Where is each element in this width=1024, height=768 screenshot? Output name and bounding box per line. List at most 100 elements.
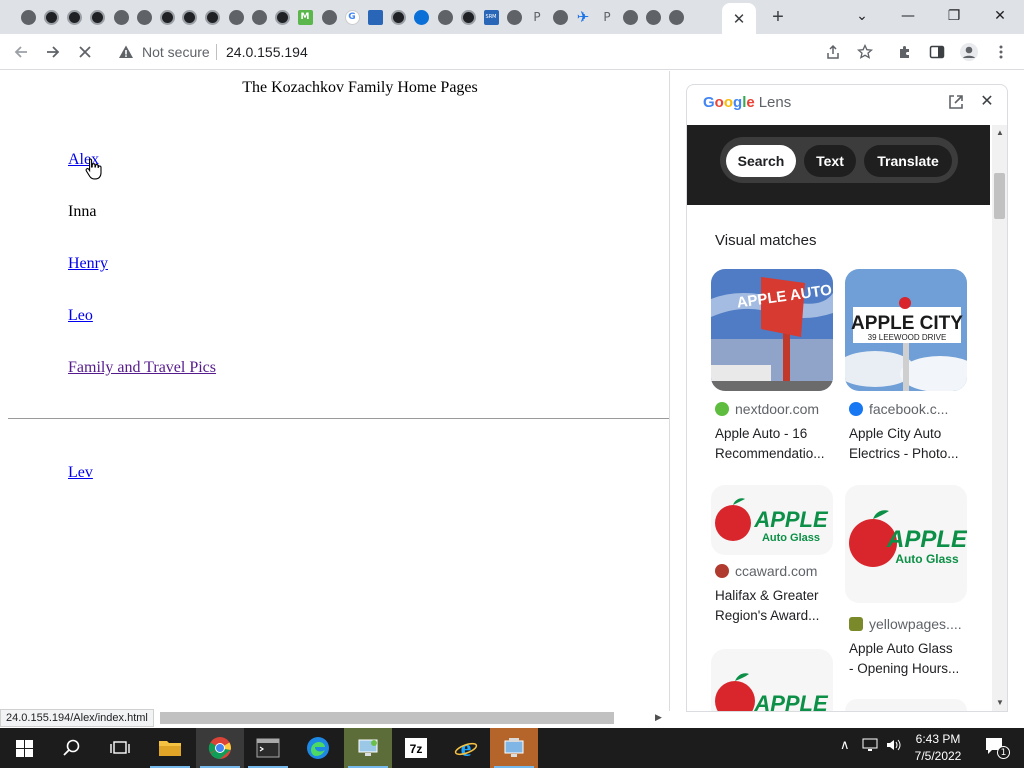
open-in-new-tab-icon[interactable]	[947, 93, 965, 111]
tab-search-dropdown-icon[interactable]: ⌄	[842, 4, 882, 28]
browser-tab[interactable]: P	[526, 5, 548, 29]
stop-loading-button[interactable]	[72, 39, 98, 65]
browser-tab[interactable]	[434, 5, 456, 29]
browser-tab[interactable]	[201, 5, 223, 29]
result-title-2[interactable]: Apple City Auto Electrics - Photo...	[849, 424, 971, 464]
notification-center-button[interactable]: 1	[984, 736, 1010, 760]
show-hidden-icons-chevron-icon[interactable]: ∧	[840, 738, 850, 753]
back-button[interactable]	[8, 39, 34, 65]
link-lev[interactable]: Lev	[68, 464, 93, 482]
google-lens-panel: Google Lens ✕ Search Text Translate ▲ ▼ V…	[686, 84, 1008, 712]
browser-tab[interactable]	[387, 5, 409, 29]
result-source-1[interactable]: nextdoor.com	[715, 401, 819, 417]
scroll-up-arrow-icon[interactable]: ▲	[996, 128, 1004, 137]
browser-tab[interactable]	[225, 5, 247, 29]
edge-button[interactable]	[294, 728, 342, 768]
forward-button[interactable]	[40, 39, 66, 65]
browser-tab[interactable]: P	[596, 5, 618, 29]
browser-tab[interactable]: G	[341, 5, 363, 29]
globe-favicon-icon	[321, 9, 337, 25]
tab-search[interactable]: Search	[726, 145, 796, 177]
bookmark-button[interactable]	[852, 39, 878, 65]
system-clock[interactable]: 6:43 PM 7/5/2022	[908, 731, 968, 765]
browser-tab[interactable]	[318, 5, 340, 29]
srm-favicon-icon: SRM	[483, 9, 499, 25]
restore-button[interactable]: ❐	[934, 4, 974, 28]
link-leo[interactable]: Leo	[68, 307, 93, 325]
logo-text: APPLE	[753, 691, 829, 711]
result-source-3[interactable]: ccaward.com	[715, 563, 817, 579]
link-family-travel-pics[interactable]: Family and Travel Pics	[68, 359, 216, 377]
browser-tab[interactable]	[457, 5, 479, 29]
browser-tab[interactable]	[364, 5, 386, 29]
chrome-button[interactable]	[196, 728, 244, 768]
result-image-apple-auto[interactable]: APPLE AUTO	[711, 269, 833, 391]
browser-tab[interactable]	[156, 5, 178, 29]
result-source-2[interactable]: facebook.c...	[849, 401, 948, 417]
file-explorer-button[interactable]	[146, 728, 194, 768]
browser-tab[interactable]	[271, 5, 293, 29]
url-text[interactable]: 24.0.155.194	[226, 44, 308, 60]
task-view-button[interactable]	[96, 728, 144, 768]
browser-tab[interactable]	[63, 5, 85, 29]
internet-explorer-button[interactable]: e	[442, 728, 490, 768]
tab-translate[interactable]: Translate	[864, 145, 952, 177]
close-window-button[interactable]: ✕	[980, 4, 1020, 28]
scroll-right-arrow-icon[interactable]: ▶	[655, 712, 662, 723]
browser-tab[interactable]	[86, 5, 108, 29]
result-image-partial[interactable]	[845, 699, 967, 711]
result-image-apple-auto-glass-2[interactable]: APPLE Auto Glass	[845, 485, 967, 603]
browser-tab[interactable]	[110, 5, 132, 29]
result-source-4[interactable]: yellowpages....	[849, 616, 962, 632]
result-image-apple-partial[interactable]: APPLE	[711, 649, 833, 711]
result-image-apple-city[interactable]: APPLE CITY 39 LEEWOOD DRIVE	[845, 269, 967, 391]
new-tab-button[interactable]: +	[766, 5, 790, 29]
menu-button[interactable]	[988, 39, 1014, 65]
browser-tab[interactable]	[40, 5, 62, 29]
result-title-3[interactable]: Halifax & Greater Region's Award...	[715, 586, 837, 626]
browser-tab[interactable]: SRM	[480, 5, 502, 29]
browser-tab[interactable]	[503, 5, 525, 29]
browser-tab[interactable]	[248, 5, 270, 29]
avatar-icon	[960, 43, 978, 61]
browser-tab[interactable]	[642, 5, 664, 29]
address-bar[interactable]: Not secure 24.0.155.194	[108, 38, 888, 66]
result-title-1[interactable]: Apple Auto - 16 Recommendatio...	[715, 424, 837, 464]
volume-tray-icon[interactable]	[886, 738, 902, 756]
share-button[interactable]	[820, 39, 846, 65]
minimize-button[interactable]: —	[888, 4, 928, 28]
browser-tab[interactable]	[410, 5, 432, 29]
side-panel-divider[interactable]	[669, 71, 670, 711]
network-tray-icon[interactable]	[862, 738, 878, 756]
extensions-button[interactable]	[892, 39, 918, 65]
link-henry[interactable]: Henry	[68, 255, 108, 273]
7zip-button[interactable]: 7z	[392, 728, 440, 768]
browser-tab[interactable]: ✈	[572, 5, 594, 29]
browser-tab[interactable]	[549, 5, 571, 29]
search-button[interactable]	[48, 728, 96, 768]
horizontal-scrollbar-thumb[interactable]	[160, 712, 614, 724]
windows-logo-icon	[15, 739, 33, 757]
result-title-4[interactable]: Apple Auto Glass - Opening Hours...	[849, 639, 971, 679]
active-tab[interactable]: ✕	[722, 3, 756, 34]
vertical-scrollbar-thumb[interactable]	[994, 173, 1005, 219]
close-panel-icon[interactable]: ✕	[977, 91, 997, 111]
profile-button[interactable]	[956, 39, 982, 65]
network-app-button[interactable]	[344, 728, 392, 768]
browser-tab[interactable]	[178, 5, 200, 29]
browser-tab[interactable]: M	[294, 5, 316, 29]
browser-tab[interactable]	[665, 5, 687, 29]
terminal-button[interactable]	[244, 728, 292, 768]
remote-app-button[interactable]	[490, 728, 538, 768]
security-status-label[interactable]: Not secure	[142, 44, 210, 60]
tab-text[interactable]: Text	[804, 145, 856, 177]
scroll-down-arrow-icon[interactable]: ▼	[996, 698, 1004, 707]
result-image-apple-auto-glass-1[interactable]: APPLE Auto Glass	[711, 485, 833, 555]
browser-tab[interactable]	[619, 5, 641, 29]
browser-tab[interactable]	[17, 5, 39, 29]
browser-tab[interactable]	[133, 5, 155, 29]
tab-close-icon[interactable]: ✕	[733, 10, 746, 28]
side-panel-button[interactable]	[924, 39, 950, 65]
dark-circle-favicon-icon	[204, 9, 220, 25]
start-button[interactable]	[0, 728, 48, 768]
